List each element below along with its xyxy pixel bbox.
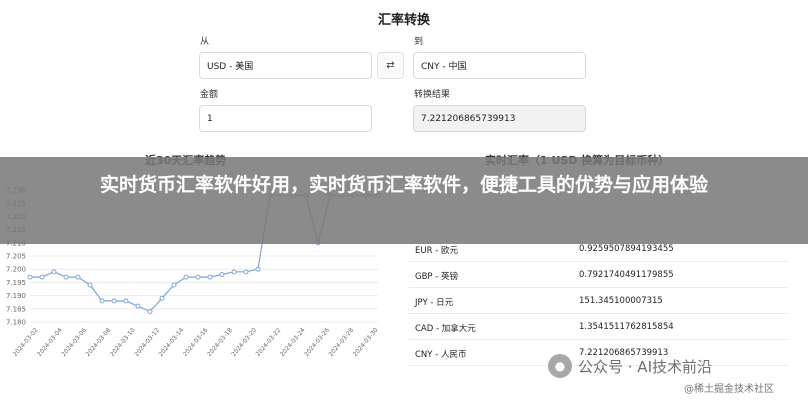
amount-label: 金额 — [200, 90, 219, 100]
from-currency-select[interactable]: USD - 美国 — [199, 52, 372, 79]
data-point — [135, 303, 141, 309]
data-point — [231, 269, 237, 275]
page-title: 汇率转换 — [377, 13, 430, 28]
x-tick-label: 2024-03-30 — [352, 327, 380, 358]
rate-currency: CAD - 加拿大元 — [415, 324, 476, 334]
swap-arrows-icon: ⇄ — [386, 60, 395, 71]
amount-value: 1 — [207, 113, 213, 124]
y-tick-label: 7.180 — [6, 319, 26, 327]
data-point — [39, 274, 45, 280]
rate-value: 1.3541511762815854 — [579, 322, 674, 332]
data-point — [99, 298, 105, 304]
to-currency-select[interactable]: CNY - 中国 — [413, 52, 586, 79]
watermark-secondary: @稀土掘金技术社区 — [684, 384, 774, 395]
result-value: 7.221206865739913 — [421, 113, 516, 124]
result-label: 转换结果 — [414, 90, 451, 100]
data-point — [63, 274, 69, 280]
watermark-primary-text: 公众号 · AI技术前沿 — [578, 357, 712, 376]
data-point — [243, 269, 249, 275]
to-label: 到 — [414, 37, 424, 47]
data-point — [123, 298, 129, 304]
data-point — [171, 282, 177, 288]
rate-currency: CNY - 人民币 — [415, 350, 467, 360]
data-point — [75, 274, 81, 280]
banner-headline: 实时货币汇率软件好用，实时货币汇率软件，便捷工具的优势与应用体验 — [99, 174, 708, 196]
rate-value: 151.345100007315 — [579, 296, 663, 306]
rate-currency: EUR - 欧元 — [415, 246, 458, 256]
rate-row: GBP - 英镑 0.7921740491179855 — [409, 262, 789, 288]
data-point — [195, 274, 201, 280]
rate-currency: JPY - 日元 — [415, 298, 454, 308]
watermark-primary: ● 公众号 · AI技术前沿 — [548, 354, 712, 378]
amount-input[interactable]: 1 — [199, 105, 372, 132]
data-point — [147, 308, 153, 314]
data-point — [183, 274, 189, 280]
data-point — [255, 266, 261, 272]
data-point — [27, 274, 33, 280]
rate-row: JPY - 日元 151.345100007315 — [409, 288, 789, 314]
to-currency-value: CNY - 中国 — [421, 62, 467, 72]
rate-row: CAD - 加拿大元 1.3541511762815854 — [409, 314, 789, 340]
y-tick-label: 7.195 — [6, 279, 26, 287]
from-label: 从 — [200, 37, 210, 47]
y-tick-label: 7.190 — [6, 292, 26, 300]
rate-value: 0.9259507894193455 — [579, 244, 674, 254]
data-point — [159, 295, 165, 301]
from-currency-value: USD - 美国 — [207, 62, 254, 72]
data-point — [111, 298, 117, 304]
wechat-logo-icon: ● — [548, 354, 572, 378]
rate-currency: GBP - 英镑 — [415, 272, 459, 282]
data-point — [87, 282, 93, 288]
y-tick-label: 7.200 — [6, 266, 26, 274]
y-tick-label: 7.185 — [6, 305, 26, 313]
rate-value: 0.7921740491179855 — [579, 270, 674, 280]
data-point — [51, 269, 57, 275]
data-point — [219, 271, 225, 277]
y-tick-label: 7.205 — [6, 253, 26, 261]
data-point — [207, 274, 213, 280]
result-output: 7.221206865739913 — [413, 105, 586, 132]
swap-button[interactable]: ⇄ — [377, 52, 404, 79]
